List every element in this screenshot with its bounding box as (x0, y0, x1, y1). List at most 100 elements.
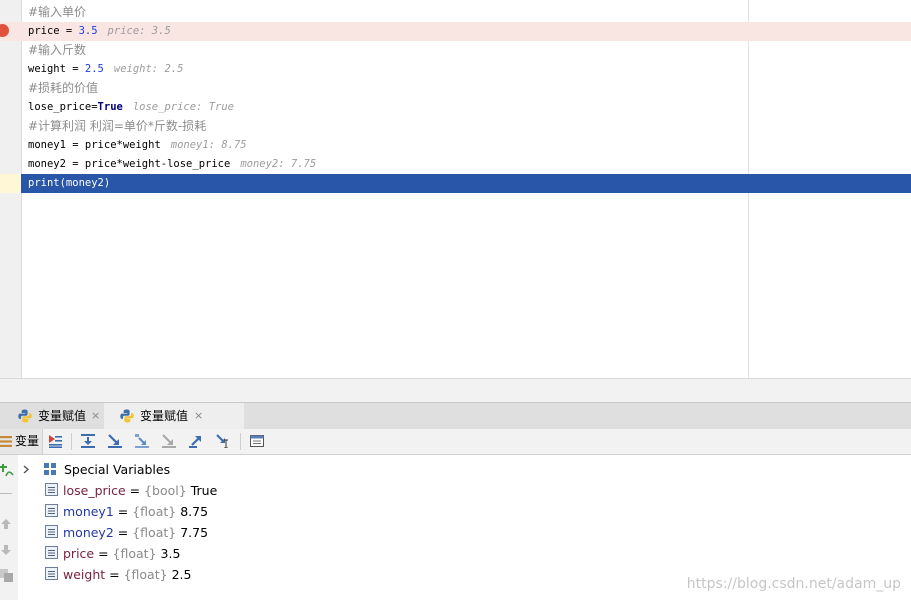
close-icon[interactable]: × (91, 403, 100, 429)
line-gutter-cell[interactable] (0, 117, 21, 136)
variable-name: weight (63, 567, 106, 582)
equals-sign: = (113, 525, 133, 540)
line-gutter-cell[interactable] (0, 41, 21, 60)
variable-type: {float} (132, 525, 177, 540)
variable-value: 7.75 (180, 525, 209, 540)
expression: True (97, 101, 123, 113)
debug-tab-2-label: 变量赋值 (140, 409, 189, 423)
comment-text: #损耗的价值 (28, 81, 99, 95)
variables-icon (0, 436, 12, 447)
new-watch-icon[interactable] (0, 464, 14, 478)
code-statement: money2 = price*weight-lose_price money2: … (28, 155, 316, 174)
variable-row[interactable]: lose_price = {bool} True (45, 480, 217, 501)
code-line[interactable]: #输入斤数 (0, 41, 911, 60)
run-to-cursor-icon[interactable] (216, 434, 230, 448)
variable-row[interactable]: money2 = {float} 7.75 (45, 522, 208, 543)
code-statement: money1 = price*weight money1: 8.75 (28, 136, 247, 155)
equals-sign: = (94, 546, 113, 561)
variable-name: price (63, 546, 95, 561)
code-line[interactable]: #损耗的价值 (0, 79, 911, 98)
variable-row[interactable]: weight = {float} 2.5 (45, 564, 191, 585)
inline-debug-value: price: 3.5 (107, 25, 171, 37)
expression: 3.5 (78, 25, 98, 37)
code-line[interactable]: lose_price=True lose_price: True (0, 98, 911, 117)
toolbar-separator (71, 433, 72, 450)
show-execution-point-icon[interactable] (48, 434, 62, 448)
code-comment: #输入单价 (28, 3, 86, 22)
python-icon (18, 409, 32, 423)
line-gutter-cell[interactable] (0, 60, 21, 79)
copy-icon[interactable] (0, 569, 13, 582)
expression: price*weight-lose_price (84, 158, 231, 170)
line-gutter-cell[interactable] (0, 174, 21, 193)
special-variables-label: Special Variables (63, 462, 171, 477)
comment-text: #输入斤数 (28, 43, 87, 57)
code-line[interactable]: print(money2) (0, 174, 911, 193)
arrow-down-icon[interactable] (0, 544, 12, 556)
line-gutter-cell[interactable] (0, 136, 21, 155)
code-statement: print(money2) (28, 174, 110, 193)
force-step-into-icon[interactable] (162, 434, 176, 448)
variable-value: True (190, 483, 218, 498)
line-gutter-cell[interactable] (0, 79, 21, 98)
expression: price*weight (84, 139, 161, 151)
operator: = (65, 63, 85, 75)
line-gutter-cell[interactable] (0, 3, 21, 22)
variable-value: 3.5 (160, 546, 181, 561)
line-gutter-cell[interactable] (0, 98, 21, 117)
code-line[interactable]: weight = 2.5 weight: 2.5 (0, 60, 911, 79)
inline-debug-value: weight: 2.5 (113, 63, 184, 75)
expression: 2.5 (84, 63, 104, 75)
code-editor[interactable]: #输入单价 price = 3.5 price: 3.5 #输入斤数 weight = … (0, 0, 911, 378)
evaluate-expression-icon[interactable] (250, 434, 264, 448)
code-line[interactable]: money2 = price*weight-lose_price money2: … (0, 155, 911, 174)
variable-icon (45, 525, 58, 538)
chevron-right-icon[interactable] (22, 465, 31, 474)
variable-row[interactable]: price = {float} 3.5 (45, 543, 180, 564)
code-statement: price = 3.5 price: 3.5 (28, 22, 171, 41)
special-variables-node[interactable]: Special Variables (22, 459, 170, 480)
variables-tab[interactable]: 变量 (0, 429, 43, 454)
variable-name: money1 (63, 504, 114, 519)
code-statement: weight = 2.5 weight: 2.5 (28, 60, 183, 79)
identifier: money2 (28, 158, 66, 170)
variable-icon (45, 504, 58, 517)
variable-name: lose_price (63, 483, 126, 498)
editor-horizontal-scroll-area (0, 378, 911, 403)
step-into-icon[interactable] (108, 434, 122, 448)
code-comment: #损耗的价值 (28, 79, 98, 98)
variable-type: {float} (112, 546, 157, 561)
debug-tab-1-label: 变量赋值 (38, 409, 87, 423)
close-icon[interactable]: × (194, 403, 203, 429)
variable-row[interactable]: money1 = {float} 8.75 (45, 501, 208, 522)
code-line[interactable]: #输入单价 (0, 3, 911, 22)
code-line[interactable]: money1 = price*weight money1: 8.75 (0, 136, 911, 155)
identifier: lose_price (28, 101, 92, 113)
code-line[interactable]: price = 3.5 price: 3.5 (0, 22, 911, 41)
variable-icon (45, 483, 58, 496)
step-over-icon[interactable] (81, 434, 95, 448)
equals-sign: = (105, 567, 124, 582)
step-into-my-code-icon[interactable] (135, 434, 149, 448)
comment-text: #输入单价 (28, 5, 87, 19)
line-gutter-cell[interactable] (0, 155, 21, 174)
identifier: price (28, 25, 60, 37)
code-line[interactable]: #计算利润 利润=单价*斤数-损耗 (0, 117, 911, 136)
variable-icon (45, 546, 58, 559)
statement-text: print(money2) (28, 177, 111, 189)
operator: = (65, 158, 85, 170)
debug-tab-2[interactable]: 变量赋值 × (104, 403, 244, 429)
step-out-icon[interactable] (189, 434, 203, 448)
debug-tab-bar: 变量赋值 × 变量赋值 × (0, 402, 911, 430)
variable-type: {float} (123, 567, 168, 582)
variable-type: {float} (132, 504, 177, 519)
arrow-up-icon[interactable] (0, 518, 12, 530)
watermark: https://blog.csdn.net/adam_up (686, 576, 901, 592)
python-icon (120, 409, 134, 423)
operator: = (65, 139, 85, 151)
variables-side-toolbar (0, 455, 19, 600)
debugger-toolbar: 变量 (0, 429, 911, 455)
variable-type: {bool} (144, 483, 187, 498)
operator: = (59, 25, 79, 37)
variable-value: 8.75 (180, 504, 209, 519)
